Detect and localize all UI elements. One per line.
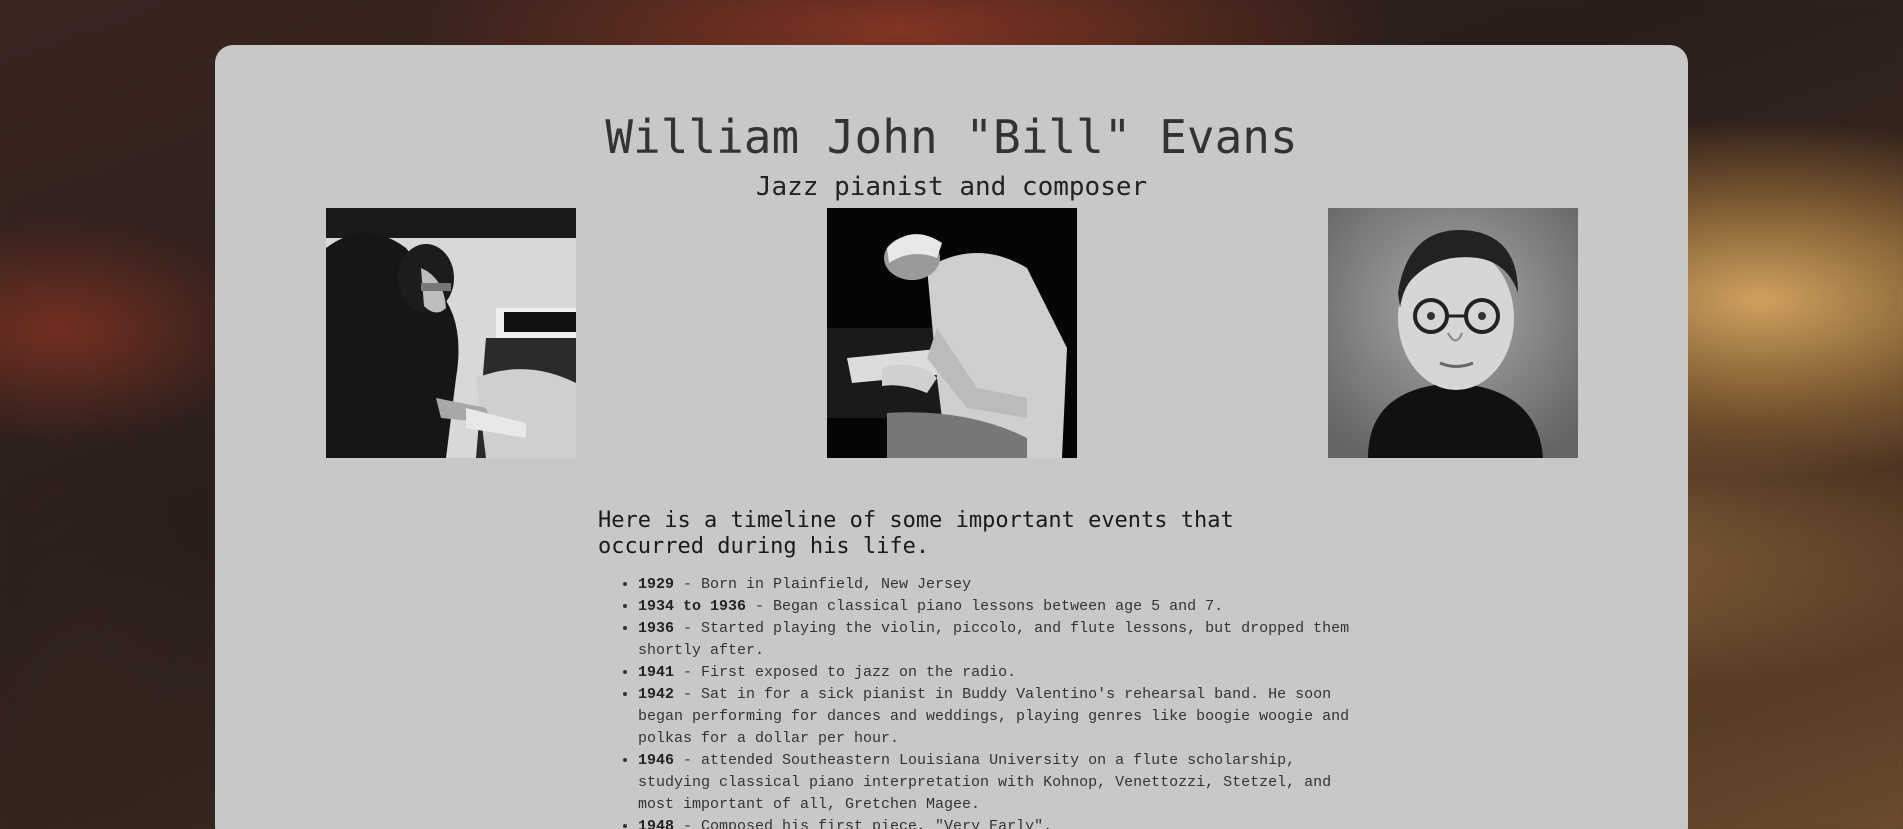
list-item: 1929 - Born in Plainfield, New Jersey xyxy=(638,574,1358,596)
timeline-event: - Born in Plainfield, New Jersey xyxy=(674,576,972,593)
timeline-event: - Sat in for a sick pianist in Buddy Val… xyxy=(638,686,1350,747)
list-item: 1946 - attended Southeastern Louisiana U… xyxy=(638,750,1358,816)
list-item: 1941 - First exposed to jazz on the radi… xyxy=(638,662,1358,684)
timeline-list: 1929 - Born in Plainfield, New Jersey 19… xyxy=(598,574,1358,829)
timeline-event: - attended Southeastern Louisiana Univer… xyxy=(638,752,1332,813)
photo-evans-as-child-image xyxy=(1328,208,1578,458)
timeline-event: - Composed his first piece, "Very Early"… xyxy=(674,818,1053,829)
timeline-event: - First exposed to jazz on the radio. xyxy=(674,664,1017,681)
timeline-year: 1936 xyxy=(638,620,675,637)
list-item: 1934 to 1936 - Began classical piano les… xyxy=(638,596,1358,618)
timeline-event: - Started playing the violin, piccolo, a… xyxy=(638,620,1350,659)
photo-evans-at-piano-profile xyxy=(326,208,576,458)
timeline-year: 1941 xyxy=(638,664,675,681)
photo-evans-as-child xyxy=(1328,208,1578,458)
timeline-intro: Here is a timeline of some important eve… xyxy=(598,508,1234,559)
photo-evans-at-piano-profile-image xyxy=(326,208,576,458)
photo-evans-playing-piano-image xyxy=(827,208,1077,458)
timeline-year: 1948 xyxy=(638,818,675,829)
list-item: 1942 - Sat in for a sick pianist in Budd… xyxy=(638,684,1358,750)
list-item: 1948 - Composed his first piece, "Very E… xyxy=(638,816,1358,829)
timeline-year: 1946 xyxy=(638,752,675,769)
photo-evans-playing-piano xyxy=(827,208,1077,458)
timeline-year: 1934 to 1936 xyxy=(638,598,747,615)
list-item: 1936 - Started playing the violin, picco… xyxy=(638,618,1358,662)
timeline-event: - Began classical piano lessons between … xyxy=(746,598,1224,615)
timeline-year: 1929 xyxy=(638,576,675,593)
page-title: William John "Bill" Evans xyxy=(605,110,1298,164)
timeline-year: 1942 xyxy=(638,686,675,703)
page-subtitle: Jazz pianist and composer xyxy=(755,172,1148,202)
